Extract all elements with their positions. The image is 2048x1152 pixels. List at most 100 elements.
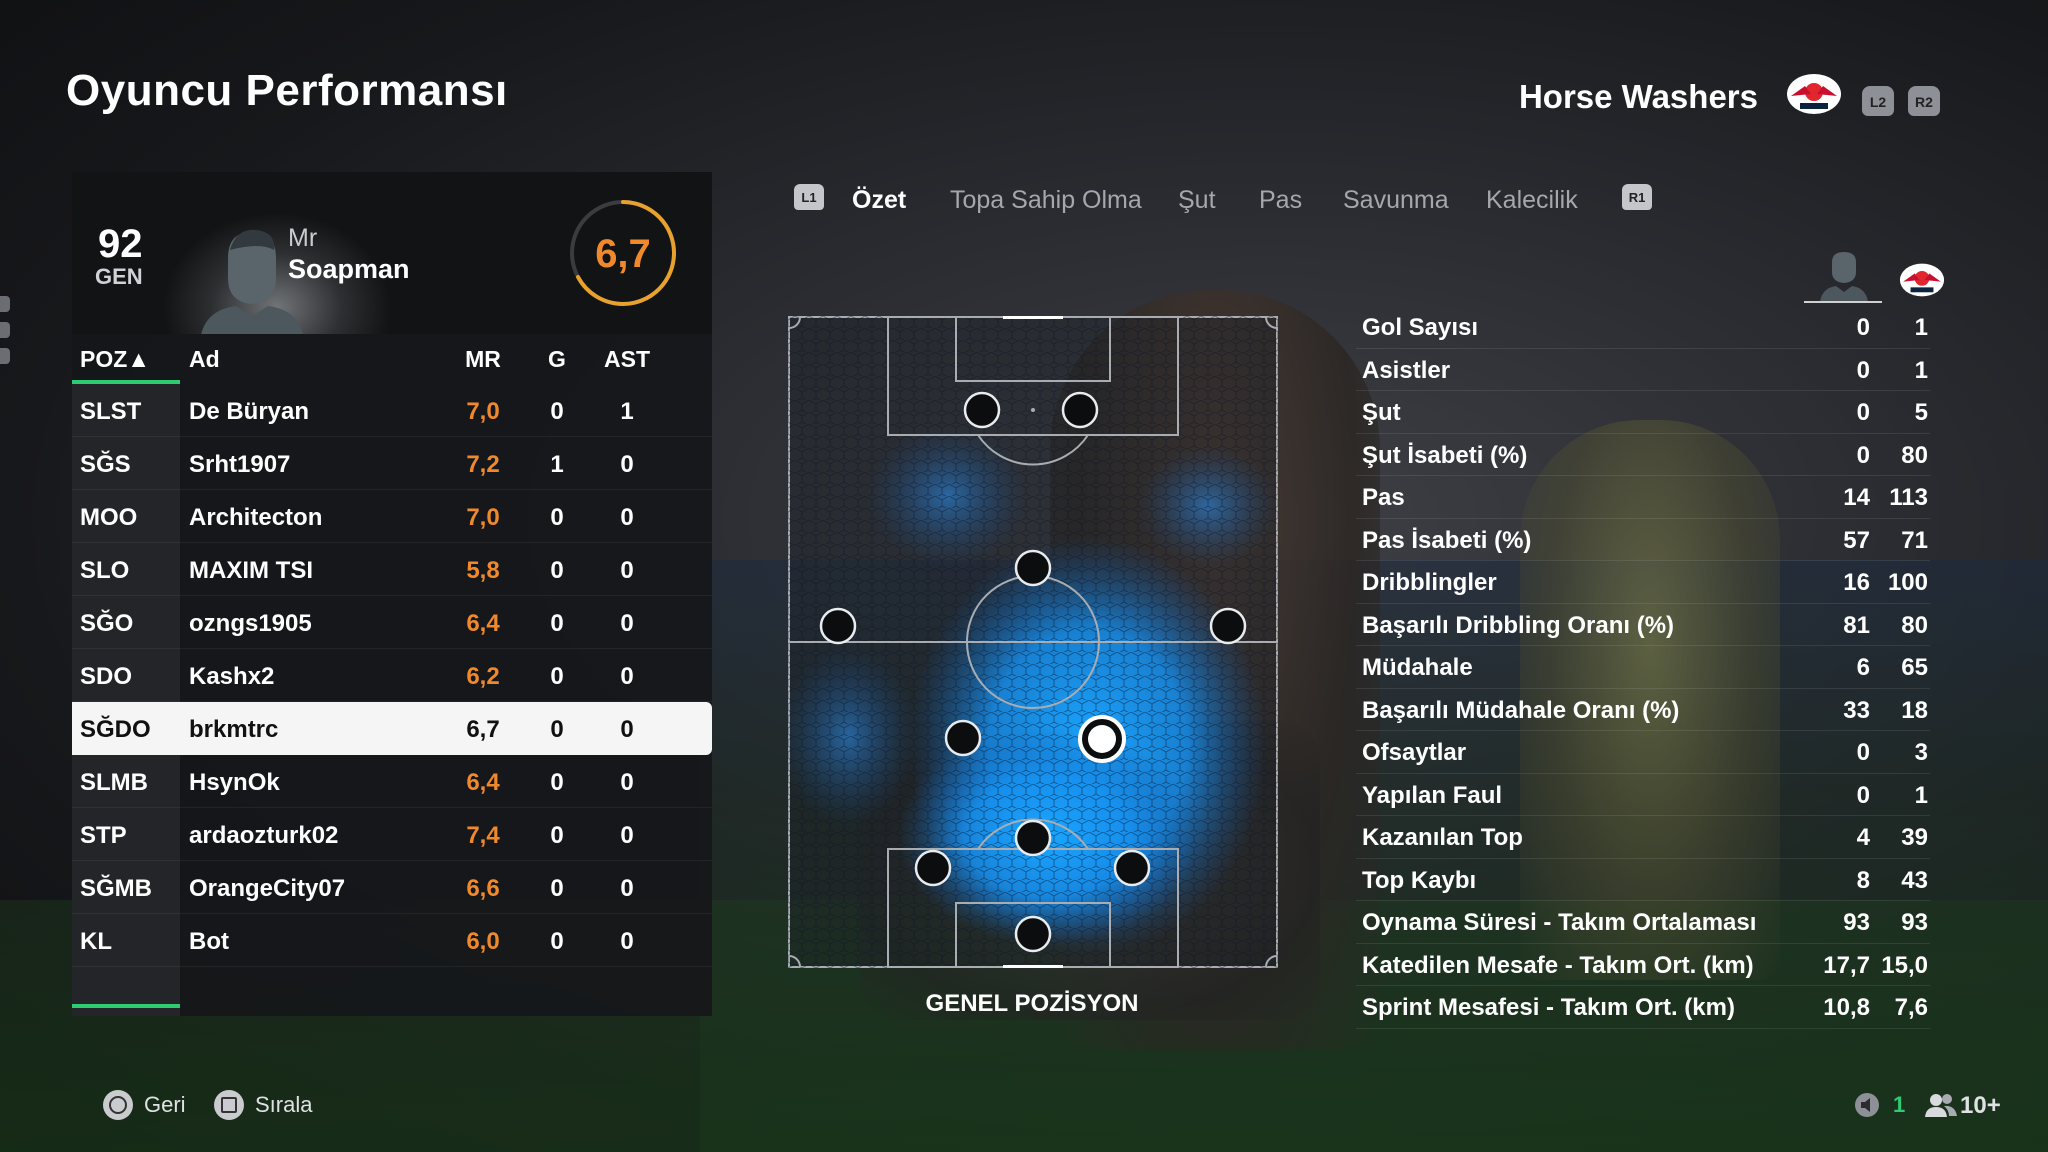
list-end-indicator [72, 1004, 180, 1008]
player-dot [1014, 915, 1052, 953]
row-g: 0 [550, 716, 564, 743]
row-name: MAXIM TSI [189, 557, 313, 584]
table-row[interactable]: MOO Architecton 7,0 0 0 [72, 490, 712, 543]
tab-defending[interactable]: Savunma [1343, 186, 1449, 215]
back-button-icon[interactable] [103, 1090, 133, 1120]
table-row[interactable]: SĞDO brkmtrc 6,7 0 0 [72, 702, 712, 755]
table-row[interactable]: SĞO ozngs1905 6,4 0 0 [72, 596, 712, 649]
stat-label: Şut [1362, 399, 1401, 426]
stat-player-value: 16 [1843, 569, 1870, 596]
stat-team-value: 18 [1901, 696, 1928, 724]
row-mr: 7,0 [466, 504, 500, 531]
player-last-name: Soapman [288, 254, 410, 284]
match-rating-value: 6,7 [595, 232, 651, 276]
stat-row: Sprint Mesafesi - Takım Ort. (km) 10,8 7,6 [1356, 986, 1930, 1029]
header-ast[interactable]: AST [602, 346, 652, 373]
row-name: Kashx2 [189, 663, 275, 690]
stat-team-value: 100 [1887, 569, 1928, 596]
stat-label: Pas İsabeti (%) [1362, 526, 1532, 554]
team-crest-icon [1787, 74, 1841, 114]
stat-player-value: 0 [1856, 441, 1870, 469]
player-first-name: Mr [288, 224, 318, 252]
stat-row: Başarılı Dribbling Oranı (%) 81 80 [1356, 604, 1930, 646]
stat-row: Pas 14 113 [1356, 476, 1930, 519]
players-count: 10+ [1960, 1092, 2001, 1119]
player-dot [1014, 549, 1052, 587]
table-row[interactable]: SLMB HsynOk 6,4 0 0 [72, 755, 712, 808]
stat-player-value: 8 [1856, 866, 1870, 894]
header-g[interactable]: G [537, 346, 577, 373]
row-pos: MOO [80, 504, 138, 531]
table-row[interactable]: SLST De Büryan 7,0 0 1 [72, 384, 712, 437]
r2-button-icon[interactable]: R2 [1908, 86, 1940, 116]
stat-team-value: 65 [1901, 654, 1928, 681]
table-row[interactable]: SĞS Srht1907 7,2 1 0 [72, 437, 712, 490]
stat-player-value: 6 [1856, 654, 1870, 681]
stat-row: Oynama Süresi - Takım Ortalaması 93 93 [1356, 901, 1930, 944]
page-title: Oyuncu Performansı [66, 66, 508, 115]
table-row[interactable]: SLO MAXIM TSI 5,8 0 0 [72, 543, 712, 596]
row-g: 0 [550, 610, 564, 637]
row-g: 0 [550, 822, 564, 849]
sort-button-icon[interactable] [214, 1090, 244, 1120]
stat-player-value: 4 [1856, 824, 1870, 851]
row-pos: SLST [80, 398, 142, 425]
row-pos: KL [80, 928, 112, 955]
row-mr: 7,0 [466, 398, 500, 425]
stat-label: Gol Sayısı [1362, 314, 1479, 341]
table-row[interactable]: SDO Kashx2 6,2 0 0 [72, 649, 712, 702]
row-name: De Büryan [189, 398, 310, 425]
stat-team-value: 5 [1914, 399, 1928, 426]
tab-passing[interactable]: Pas [1259, 186, 1302, 215]
tab-possession[interactable]: Topa Sahip Olma [950, 186, 1142, 215]
stat-player-value: 33 [1843, 696, 1870, 724]
header-name[interactable]: Ad [189, 346, 220, 373]
row-g: 0 [550, 928, 564, 955]
table-row[interactable]: SĞMB OrangeCity07 6,6 0 0 [72, 861, 712, 914]
stat-label: Kazanılan Top [1362, 824, 1523, 851]
position-heatmap [788, 316, 1278, 968]
stat-label: Asistler [1362, 356, 1451, 384]
stat-label: Ofsaytlar [1362, 739, 1467, 766]
row-ast: 0 [620, 716, 634, 743]
stat-row: Top Kaybı 8 43 [1356, 859, 1930, 901]
table-row[interactable]: KL Bot 6,0 0 0 [72, 914, 712, 967]
player-rows: SLST De Büryan 7,0 0 1 SĞS Srht1907 7,2 1 0 MOO Arc… [72, 384, 712, 967]
row-ast: 0 [620, 557, 634, 584]
row-g: 0 [550, 504, 564, 531]
header-pos[interactable]: POZ▲ [80, 346, 150, 373]
tab-shooting[interactable]: Şut [1178, 186, 1216, 215]
back-label[interactable]: Geri [144, 1092, 186, 1118]
header-mr[interactable]: MR [455, 346, 511, 373]
players-online-icon [1925, 1094, 1957, 1117]
tab-ozet[interactable]: Özet [852, 186, 906, 215]
row-name: brkmtrc [189, 716, 279, 743]
stat-player-value: 0 [1856, 781, 1870, 809]
stat-row: Kazanılan Top 4 39 [1356, 816, 1930, 859]
stat-player-value: 10,8 [1823, 994, 1870, 1021]
l1-button-icon[interactable]: L1 [794, 184, 824, 210]
table-row[interactable]: STP ardaozturk02 7,4 0 0 [72, 808, 712, 861]
stat-label: Top Kaybı [1362, 866, 1477, 894]
player-dot [914, 849, 952, 887]
stat-row: Şut 0 5 [1356, 391, 1930, 434]
player-card: 92 GEN Mr Soapman 6,7 [72, 172, 712, 334]
tab-goalkeeping[interactable]: Kalecilik [1486, 186, 1578, 215]
row-pos: SĞDO [80, 716, 151, 743]
sort-label[interactable]: Sırala [255, 1092, 312, 1118]
row-mr: 5,8 [466, 557, 500, 584]
stat-team-value: 1 [1914, 314, 1928, 341]
pitch-label: GENEL POZİSYON [925, 990, 1139, 1017]
row-pos: SĞMB [80, 875, 152, 902]
stat-row: Katedilen Mesafe - Takım Ort. (km) 17,7 15… [1356, 944, 1930, 986]
stat-player-value: 57 [1843, 526, 1870, 554]
row-ast: 0 [620, 769, 634, 796]
row-pos: SLMB [80, 769, 148, 796]
r1-button-icon[interactable]: R1 [1622, 184, 1652, 210]
row-ast: 0 [620, 504, 634, 531]
row-name: Srht1907 [189, 451, 291, 478]
row-mr: 6,0 [466, 928, 500, 955]
row-mr: 7,4 [466, 822, 500, 849]
row-mr: 6,6 [466, 875, 500, 902]
l2-button-icon[interactable]: L2 [1862, 86, 1894, 116]
